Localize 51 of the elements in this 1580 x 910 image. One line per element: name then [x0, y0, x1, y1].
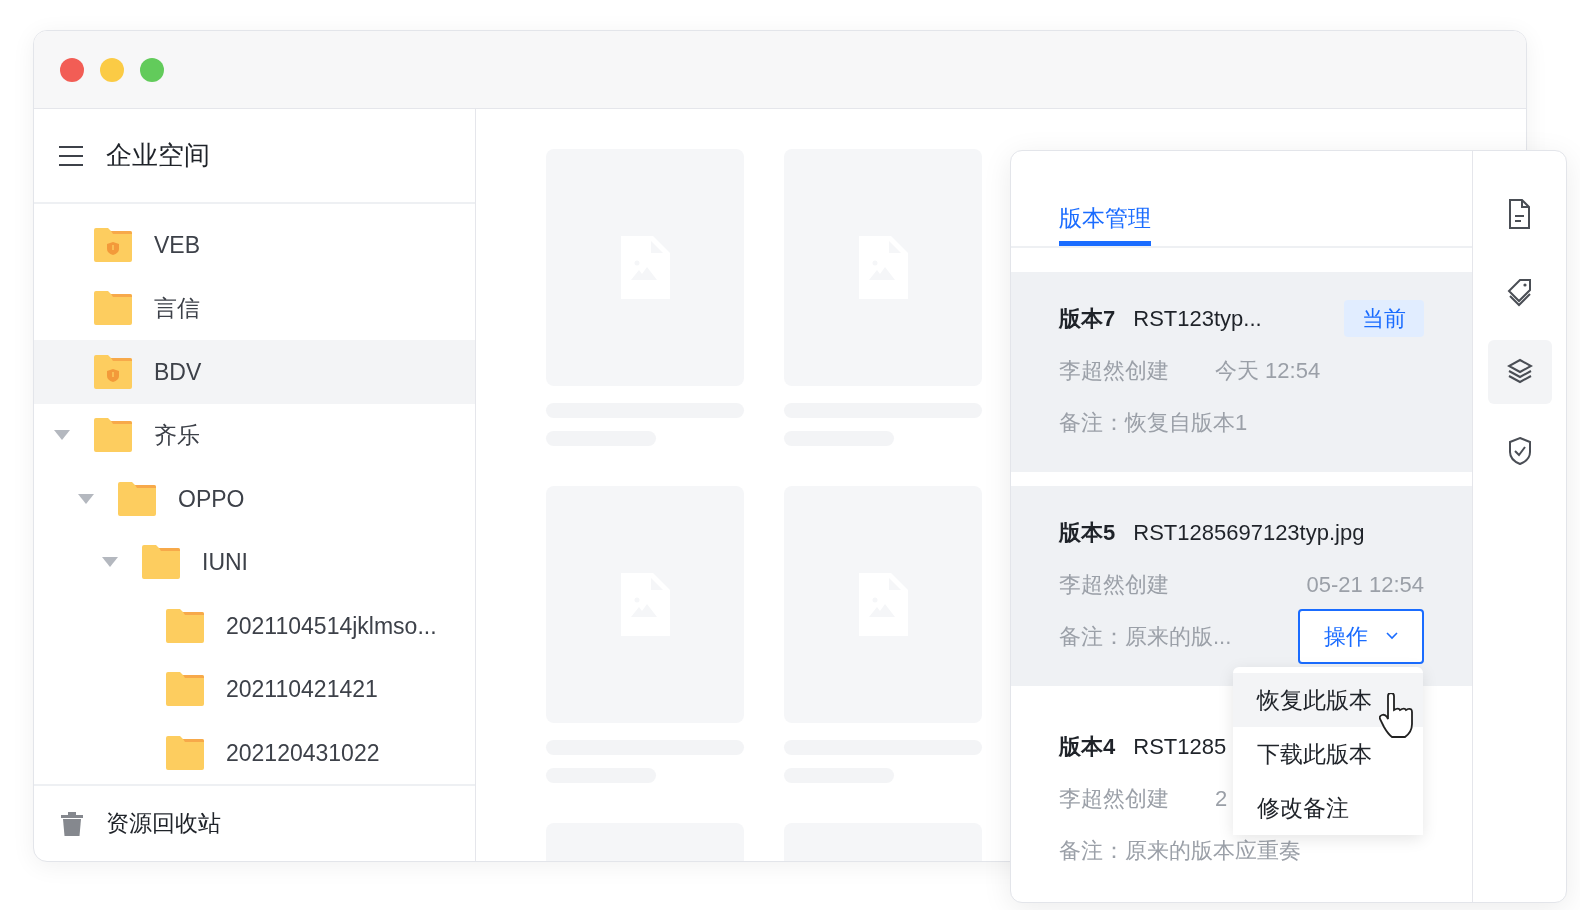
folder-icon	[142, 545, 180, 580]
version-title: 版本5 RST1285697123typ.jpg	[1059, 518, 1365, 547]
recycle-bin-link[interactable]: 资源回收站	[106, 806, 221, 841]
tree-item[interactable]: 202110421421	[34, 657, 475, 721]
menu-icon[interactable]	[58, 144, 84, 167]
tab[interactable]: 版本管理	[1059, 199, 1151, 246]
folder-icon	[118, 481, 156, 516]
action-dropdown-button[interactable]: 操作	[1298, 608, 1424, 664]
rail-button[interactable]	[1487, 340, 1552, 404]
caret-icon[interactable]	[102, 557, 118, 568]
folder-icon	[166, 735, 204, 770]
chevron-icon	[1386, 632, 1398, 640]
note-text: 备注：原来的版...	[1059, 622, 1232, 651]
note-text: 备注：恢复自版本1	[1059, 408, 1248, 437]
tree-item[interactable]: 202120431022	[34, 721, 475, 784]
tree-item[interactable]: 言信	[34, 276, 475, 340]
folder-icon	[166, 672, 204, 707]
caret-icon[interactable]	[54, 430, 70, 441]
sidebar-title: 企业空间	[106, 139, 210, 172]
folder-icon	[94, 418, 132, 453]
window-control-button[interactable]	[140, 57, 164, 82]
version-title: 版本7 RST123typ...	[1059, 304, 1262, 333]
current-badge: 当前	[1344, 299, 1424, 337]
tree-item[interactable]: 2021104514jklmso...	[34, 594, 475, 658]
note-text: 备注：原来的版本应重奏	[1059, 836, 1301, 865]
window-control-button[interactable]	[60, 57, 84, 82]
menu-item[interactable]: 修改备注	[1233, 781, 1423, 835]
menu-item[interactable]: 恢复此版本	[1233, 673, 1423, 727]
folder-icon	[166, 608, 204, 643]
caret-icon[interactable]	[78, 493, 94, 504]
locked-folder-icon	[94, 227, 132, 262]
document-icon	[1506, 199, 1533, 229]
creator-text: 李超然创建	[1059, 356, 1169, 385]
tree-item[interactable]: IUNI	[34, 530, 475, 594]
tree-item[interactable]: VEB	[34, 213, 475, 277]
version-title: 版本4 RST1285	[1059, 732, 1227, 761]
trash-icon	[60, 810, 84, 837]
creator-text: 李超然创建	[1059, 570, 1169, 599]
shield-check-icon	[1506, 436, 1533, 466]
tree-item[interactable]: OPPO	[34, 467, 475, 531]
time-text: 今天 12:54	[1215, 356, 1321, 385]
creator-text: 李超然创建	[1059, 784, 1169, 813]
time-text: 05-21 12:54	[1306, 570, 1424, 599]
menu-item[interactable]: 下载此版本	[1233, 727, 1423, 781]
locked-folder-icon	[94, 354, 132, 389]
tree-item[interactable]: 齐乐	[34, 403, 475, 467]
time-text: 2	[1215, 784, 1228, 813]
hand-cursor-icon	[1379, 693, 1413, 739]
tag-icon	[1506, 278, 1533, 308]
folder-icon	[94, 291, 132, 326]
tree-item[interactable]: BDV	[34, 340, 475, 404]
